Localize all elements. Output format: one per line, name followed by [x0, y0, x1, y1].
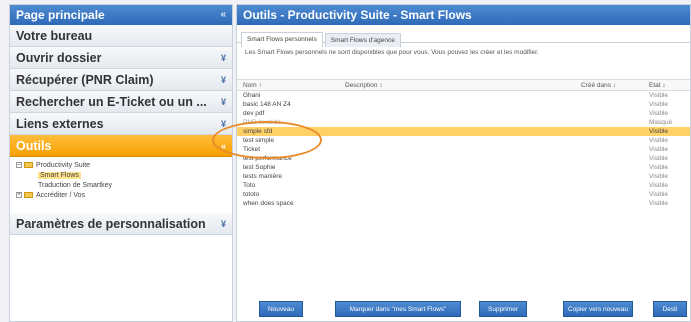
- table-row[interactable]: Toto Visible: [237, 181, 690, 190]
- tools-tree: – Productivity Suite Smart Flows Traducti…: [10, 157, 232, 207]
- mark-in-my-smart-flows-button[interactable]: Marquer dans "mes Smart Flows": [335, 301, 461, 317]
- tree-node-label: Traduction de Smartkey: [38, 182, 113, 189]
- nav-item-liens-externes[interactable]: Liens externes ¥: [10, 113, 232, 135]
- tab-bar: Smart Flows personnels Smart Flows d'agen…: [237, 29, 690, 47]
- page-title: Outils - Productivity Suite - Smart Flow…: [243, 8, 472, 22]
- row-state: Visible: [649, 137, 669, 144]
- nav-item-ouvrir-dossier[interactable]: Ouvrir dossier ¥: [10, 47, 232, 69]
- row-state: Visible: [649, 182, 669, 189]
- nav-item-label: Rechercher un E-Ticket ou un ...: [16, 95, 207, 109]
- column-header-name[interactable]: Nom ↑: [243, 80, 262, 91]
- row-state: Visible: [649, 128, 669, 135]
- tree-toggle-icon[interactable]: +: [16, 192, 22, 199]
- table-row[interactable]: tests manière Visible: [237, 172, 690, 181]
- row-name: Toto: [243, 182, 256, 189]
- row-state: Visible: [649, 164, 669, 171]
- row-state: Masqué: [649, 119, 673, 126]
- copy-to-new-button[interactable]: Copier vers nouveau: [563, 301, 633, 317]
- row-name: Ticket: [243, 146, 261, 153]
- action-bar: Nouveau Marquer dans "mes Smart Flows" S…: [237, 289, 690, 319]
- main-page-header[interactable]: Page principale «: [10, 5, 232, 25]
- row-name: simple sfd: [243, 128, 273, 135]
- column-header-created[interactable]: Créé dans ↕: [581, 80, 616, 91]
- tab-agency-smart-flows[interactable]: Smart Flows d'agence: [324, 33, 401, 47]
- nav-item-rechercher-eticket[interactable]: Rechercher un E-Ticket ou un ... ¥: [10, 91, 232, 113]
- tree-node-traduction[interactable]: Traduction de Smartkey: [16, 181, 232, 191]
- nav-item-recuperer-pnr[interactable]: Récupérer (PNR Claim) ¥: [10, 69, 232, 91]
- row-state: Visible: [649, 92, 669, 99]
- collapse-icon[interactable]: «: [220, 5, 226, 25]
- row-name: tototo: [243, 191, 260, 198]
- expand-icon[interactable]: ¥: [221, 47, 226, 68]
- delete-button[interactable]: Supprimer: [479, 301, 527, 317]
- nav-item-label: Liens externes: [16, 117, 104, 131]
- row-state: Visible: [649, 155, 669, 162]
- main-page-title: Page principale: [16, 8, 105, 22]
- nav-item-label: Paramètres de personnalisation: [16, 217, 206, 231]
- expand-icon[interactable]: ¥: [221, 213, 226, 234]
- column-header-state[interactable]: Etat ↕: [649, 80, 666, 91]
- row-state: Visible: [649, 173, 669, 180]
- row-state: Visible: [649, 191, 669, 198]
- smart-flows-table: Nom ↑ Description ↕ Créé dans ↕ Etat ↕ G…: [237, 79, 690, 281]
- table-row[interactable]: simple sfd Visible: [237, 127, 690, 136]
- nav-item-label: Outils: [16, 139, 52, 153]
- tree-node-accrediter[interactable]: + Accréditer / Vos: [16, 191, 232, 201]
- nav-item-label: Récupérer (PNR Claim): [16, 73, 154, 87]
- table-header: Nom ↑ Description ↕ Créé dans ↕ Etat ↕: [237, 79, 690, 91]
- left-panel: Page principale « Votre bureau Ouvrir do…: [9, 4, 233, 322]
- column-header-description[interactable]: Description ↕: [345, 80, 383, 91]
- expand-icon[interactable]: ¥: [221, 91, 226, 112]
- row-name: test simple: [243, 137, 275, 144]
- row-name: when does space: [243, 200, 294, 207]
- table-row[interactable]: PNR Invalide Masqué: [237, 118, 690, 127]
- row-name: tests manière: [243, 173, 283, 180]
- tree-node-smart-flows[interactable]: Smart Flows: [16, 171, 232, 181]
- tab-personal-smart-flows[interactable]: Smart Flows personnels: [241, 32, 323, 47]
- tree-node-productivity-suite[interactable]: – Productivity Suite: [16, 161, 232, 171]
- table-row[interactable]: when does space Visible: [237, 199, 690, 208]
- tree-toggle-icon[interactable]: –: [16, 162, 22, 169]
- table-row[interactable]: Ghani Visible: [237, 91, 690, 100]
- row-state: Visible: [649, 101, 669, 108]
- table-row[interactable]: Ticket Visible: [237, 145, 690, 154]
- expand-icon[interactable]: ¥: [221, 69, 226, 90]
- row-state: Visible: [649, 200, 669, 207]
- row-name: Ghani: [243, 92, 261, 99]
- row-name: test Sophie: [243, 164, 276, 171]
- row-name: dev pdf: [243, 110, 265, 117]
- row-state: Visible: [649, 146, 669, 153]
- folder-icon: [24, 192, 33, 199]
- row-state: Visible: [649, 110, 669, 117]
- table-row[interactable]: test Sophie Visible: [237, 163, 690, 172]
- row-name: test performance: [243, 155, 292, 162]
- last-button[interactable]: Desti: [653, 301, 687, 317]
- nav-item-outils[interactable]: Outils «: [10, 135, 232, 157]
- content-header: Outils - Productivity Suite - Smart Flow…: [237, 5, 690, 25]
- nav-item-votre-bureau[interactable]: Votre bureau: [10, 25, 232, 47]
- expand-icon[interactable]: ¥: [221, 113, 226, 134]
- new-button[interactable]: Nouveau: [259, 301, 303, 317]
- tree-node-label: Smart Flows: [38, 172, 81, 179]
- content-panel: Outils - Productivity Suite - Smart Flow…: [236, 4, 691, 322]
- nav-item-label: Votre bureau: [16, 29, 93, 43]
- tree-node-label: Productivity Suite: [36, 162, 91, 169]
- table-row[interactable]: test performance Visible: [237, 154, 690, 163]
- row-name: basic 148 AN Z4: [243, 101, 291, 108]
- table-row[interactable]: basic 148 AN Z4 Visible: [237, 100, 690, 109]
- collapse-icon[interactable]: «: [221, 135, 226, 156]
- table-row[interactable]: dev pdf Visible: [237, 109, 690, 118]
- table-row[interactable]: tototo Visible: [237, 190, 690, 199]
- tree-node-label: Accréditer / Vos: [36, 192, 86, 199]
- table-body: Ghani Visible basic 148 AN Z4 Visible dev pd…: [237, 91, 690, 208]
- folder-icon: [24, 162, 33, 169]
- nav-item-parametres[interactable]: Paramètres de personnalisation ¥: [10, 213, 232, 235]
- table-row[interactable]: test simple Visible: [237, 136, 690, 145]
- nav-item-label: Ouvrir dossier: [16, 51, 102, 65]
- row-name: PNR Invalide: [243, 119, 281, 126]
